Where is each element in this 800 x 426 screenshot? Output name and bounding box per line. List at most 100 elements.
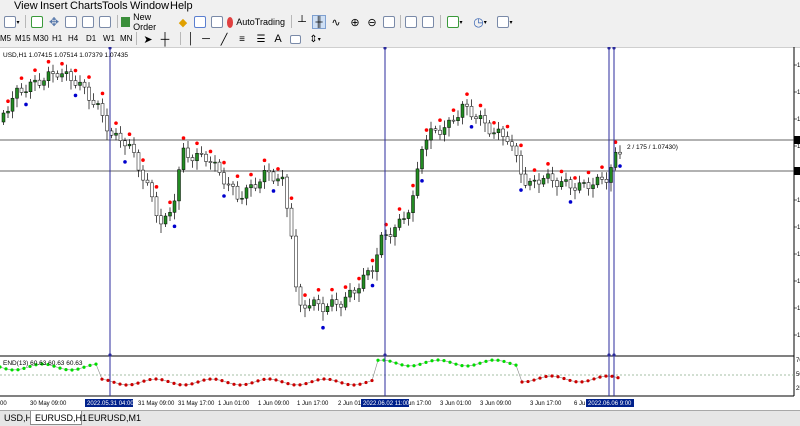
vertical-line-button[interactable]: │ [185, 32, 197, 46]
timeframe-d1[interactable]: D1 [86, 33, 96, 44]
candlestick-button[interactable]: ╫ [312, 15, 326, 29]
line-chart-button[interactable]: ∿ [329, 15, 343, 29]
timeframe-m30[interactable]: M30 [33, 33, 49, 44]
arrows-icon: ⇕ [309, 33, 318, 45]
toolbar-separator [440, 15, 441, 28]
new-chart-button[interactable]: ▾ [1, 15, 23, 29]
periods-button[interactable]: ◷ ▾ [469, 15, 491, 29]
indicator-point [364, 380, 368, 385]
timeframe-m15[interactable]: M15 [15, 33, 31, 44]
candle-body [28, 81, 33, 92]
price-chart[interactable]: 70 50 25 USD,H1 1.07415 1.07514 1.07379 1.… [0, 46, 800, 410]
auto-scroll-button[interactable] [404, 15, 418, 29]
timeframe-m5[interactable]: M5 [0, 33, 11, 44]
indicator-point [514, 363, 518, 367]
profiles-button[interactable] [30, 15, 44, 29]
data-window-button[interactable] [64, 15, 78, 29]
swing-high-dot [276, 167, 280, 171]
horizontal-line-button[interactable]: ─ [199, 32, 213, 46]
candle-body [145, 179, 150, 184]
menu-help[interactable]: Help [170, 0, 193, 13]
swing-high-dot [330, 287, 334, 292]
chart-window[interactable]: 70 50 25 USD,H1 1.07415 1.07514 1.07379 1.… [0, 46, 800, 410]
menu-insert[interactable]: Insert [40, 0, 68, 13]
indicator-point [388, 359, 392, 363]
timeframe-h1[interactable]: H1 [52, 33, 62, 44]
new-order-button[interactable]: New Order [121, 12, 173, 32]
swing-high-dot [559, 169, 564, 174]
timeframe-h4[interactable]: H4 [68, 33, 78, 44]
timeframe-mn[interactable]: MN [120, 33, 132, 44]
indicator-point [460, 364, 464, 368]
indicators-button[interactable]: ▾ [444, 15, 466, 29]
indicator-point [592, 377, 596, 381]
market-watch-button[interactable] [81, 15, 95, 29]
indicator-point [184, 383, 188, 387]
candle-body [375, 254, 379, 272]
candle-body [447, 119, 451, 128]
candle-body [532, 179, 537, 182]
dropdown-arrow-icon: ▾ [317, 36, 321, 43]
swing-high-dot [249, 172, 253, 177]
candle-body [73, 80, 78, 86]
indicator-point [436, 358, 440, 362]
candle-body [334, 299, 339, 305]
candle-body [204, 153, 208, 162]
candle-body [577, 182, 582, 191]
indicator-point [598, 375, 602, 379]
cursor-button[interactable]: ➤ [142, 32, 154, 46]
autotrading-button[interactable]: AutoTrading [227, 15, 285, 29]
tab-usd-h1[interactable]: USD,H1 [0, 411, 37, 425]
navigator-button[interactable]: ✥ [47, 15, 61, 29]
tab-eurusd-m1[interactable]: EURUSD,M1 [84, 411, 141, 425]
text-label-button[interactable] [288, 32, 302, 46]
zoom-out-button[interactable]: ⊖ [365, 15, 379, 29]
crosshair-button[interactable]: ┼ [158, 32, 172, 46]
swing-high-dot [411, 183, 415, 188]
bar-chart-button[interactable]: ┴ [295, 15, 309, 29]
indicator-point [508, 361, 512, 365]
menu-charts[interactable]: Charts [70, 0, 102, 13]
dropdown-arrow-icon: ▾ [509, 19, 513, 26]
templates-button[interactable]: ▾ [494, 15, 516, 29]
swing-low-dot [271, 189, 276, 193]
tile-windows-button[interactable] [382, 15, 396, 29]
time-axis-label: 1 Jun 09:00 [258, 401, 290, 407]
zoom-in-button[interactable]: ⊕ [348, 15, 362, 29]
text-tool-button[interactable]: A [272, 32, 284, 46]
indicator-level-tick: 50 [796, 372, 800, 378]
indicator-point [502, 359, 506, 364]
channel-icon: ≡ [239, 33, 245, 45]
tab-eurusd-h1[interactable]: EURUSD,H1 [30, 411, 87, 425]
trendline-button[interactable]: ╱ [217, 32, 231, 46]
candle-body [442, 127, 447, 135]
swing-low-dot [568, 200, 573, 204]
candle-body [415, 168, 420, 196]
candle-body [546, 173, 550, 179]
swing-high-dot [222, 160, 226, 165]
swing-high-dot [181, 136, 186, 140]
swing-high-dot [6, 99, 10, 104]
candle-body [303, 304, 307, 309]
channel-button[interactable]: ≡ [235, 32, 249, 46]
profiles-icon [31, 16, 43, 28]
swing-high-dot [46, 59, 51, 64]
swing-high-dot [303, 293, 307, 297]
fibonacci-button[interactable]: ☰ [254, 32, 268, 46]
candle-body [586, 182, 591, 189]
arrows-button[interactable]: ⇕ ▾ [305, 32, 325, 46]
candle-body [136, 152, 141, 171]
menu-view[interactable]: View [14, 0, 38, 13]
candle-body [91, 99, 96, 105]
alerts-button[interactable] [193, 15, 207, 29]
chart-header: USD,H1 1.07415 1.07514 1.07379 1.07435 [3, 52, 128, 59]
swing-low-dot [24, 102, 28, 107]
timeframe-w1[interactable]: W1 [103, 33, 115, 44]
indicator-point [334, 379, 338, 383]
menu-tools[interactable]: Tools [102, 0, 128, 13]
candlestick-icon: ╫ [315, 16, 323, 28]
metaeditor-button[interactable]: ◆ [176, 15, 190, 29]
chart-shift-button[interactable] [421, 15, 435, 29]
terminal-button[interactable] [98, 15, 112, 29]
strategy-tester-button[interactable] [210, 15, 224, 29]
